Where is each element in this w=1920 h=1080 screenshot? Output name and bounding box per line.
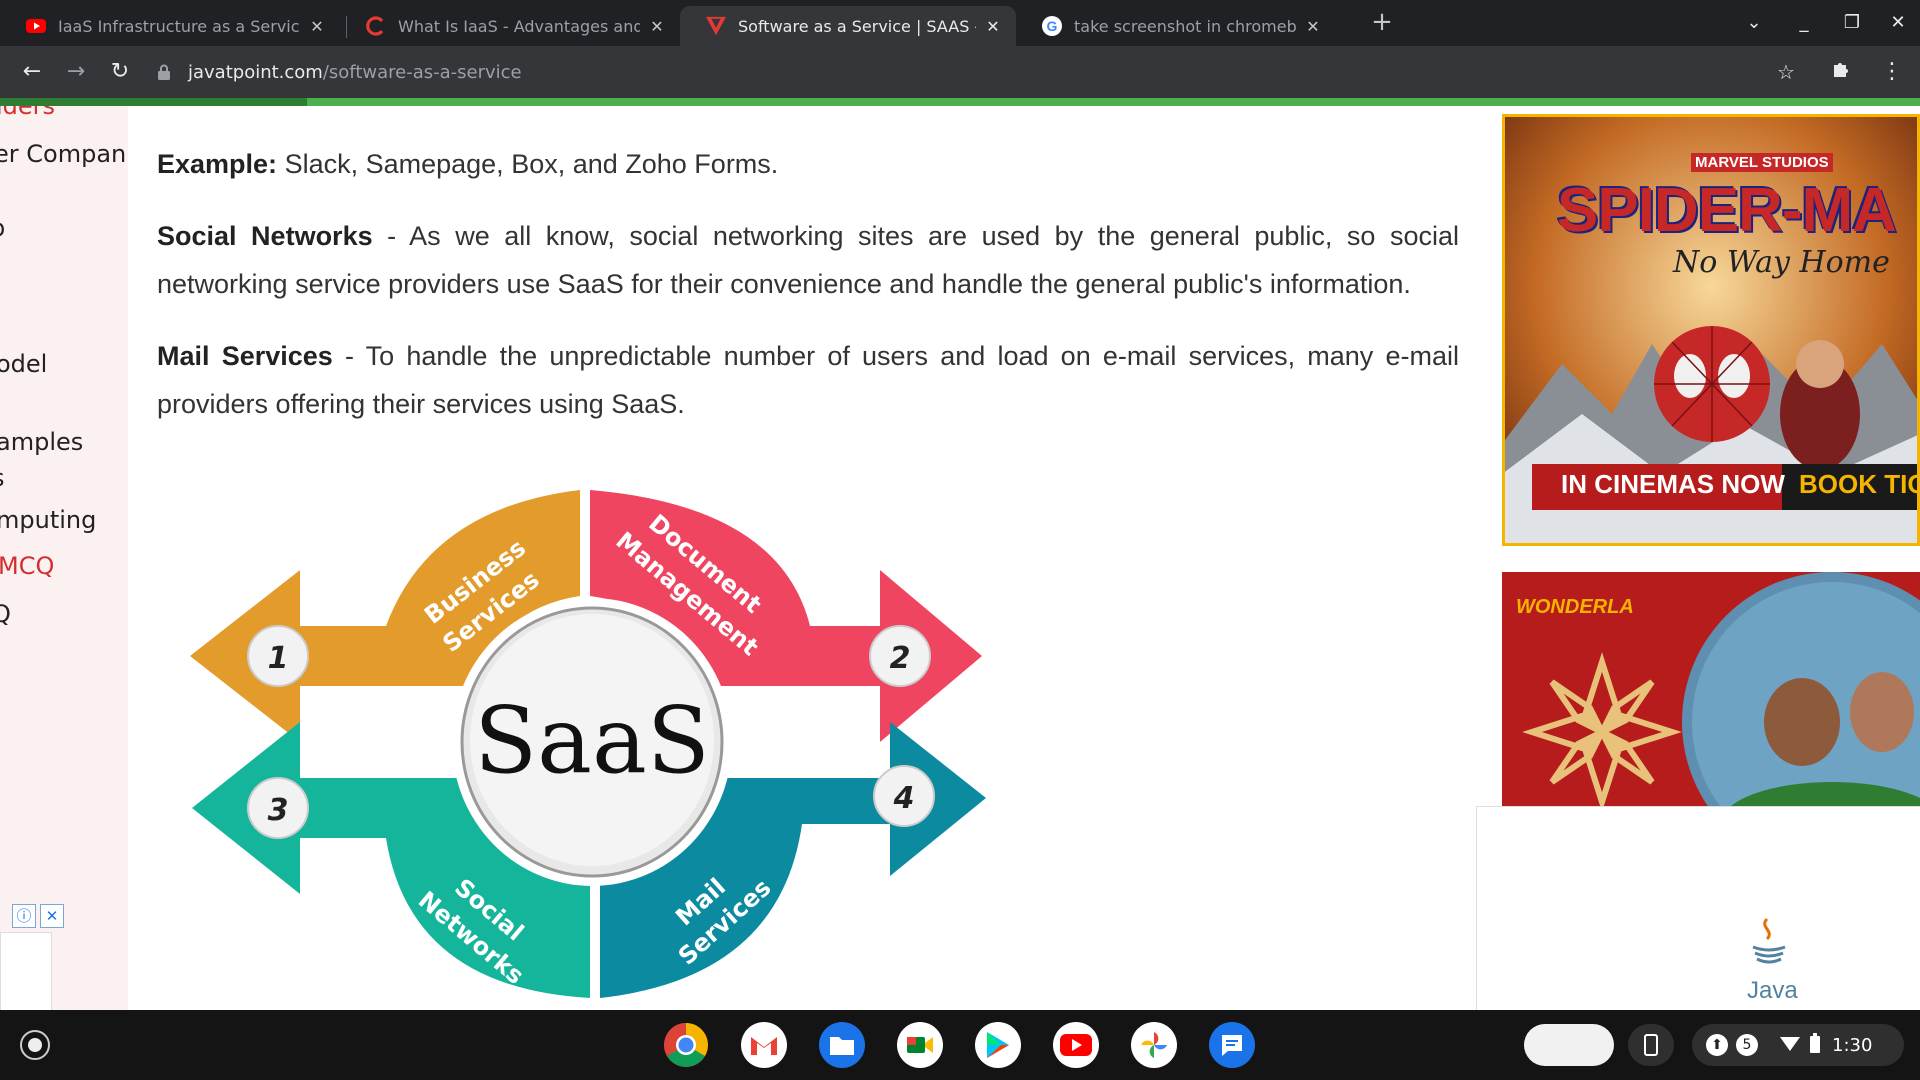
page-load-progress — [0, 98, 1920, 106]
chromeos-shelf: ⬆ 5 1:30 — [0, 1010, 1920, 1080]
wifi-icon — [1780, 1035, 1800, 1056]
saas-diagram: 1 Business Services 2 Document Managemen… — [190, 490, 986, 998]
mail-services-label: Mail Services — [157, 341, 333, 371]
sidebar-item[interactable]: iders — [0, 106, 55, 120]
social-networks-paragraph: Social Networks - As we all know, social… — [157, 212, 1459, 308]
number-label: 4 — [893, 781, 915, 816]
minimize-button[interactable]: _ — [1790, 10, 1818, 36]
c-logo-icon — [366, 16, 386, 36]
bookmark-star-icon[interactable]: ☆ — [1772, 58, 1800, 86]
web-page: iders er Companie b odel amples s mputin… — [0, 106, 1920, 1010]
number-label: 2 — [890, 641, 911, 676]
example-paragraph: Example: Slack, Samepage, Box, and Zoho … — [157, 140, 1459, 188]
mail-services-text: - To handle the unpredictable number of … — [157, 341, 1459, 419]
tab-take-screenshot[interactable]: G take screenshot in chromebook ✕ — [1016, 6, 1336, 46]
phone-hub-icon[interactable] — [1628, 1024, 1674, 1066]
sidebar-item[interactable]: odel — [0, 350, 47, 378]
java-logo-icon — [1739, 917, 1799, 964]
ad-choices[interactable]: ⓘ ✕ — [12, 904, 64, 930]
url-domain: javatpoint.com — [188, 61, 323, 83]
upload-icon: ⬆ — [1706, 1034, 1728, 1056]
close-window-button[interactable]: ✕ — [1884, 10, 1912, 36]
youtube-icon[interactable] — [1053, 1022, 1099, 1068]
spiderman-ad[interactable]: MARVEL STUDIOS SPIDER-MA No Way Home IN … — [1502, 114, 1920, 546]
tab-title: Software as a Service | SAAS - ja — [738, 16, 976, 36]
mail-services-paragraph: Mail Services - To handle the unpredicta… — [157, 332, 1459, 428]
tab-strip: IaaS Infrastructure as a Service, C ✕ Wh… — [0, 0, 1920, 46]
new-tab-button[interactable]: + — [1368, 8, 1396, 36]
meet-icon[interactable] — [897, 1022, 943, 1068]
book-tickets-button[interactable]: BOOK TICK — [1799, 469, 1917, 500]
notification-count: 5 — [1736, 1034, 1758, 1056]
close-icon[interactable]: ✕ — [40, 904, 64, 928]
menu-icon[interactable]: ⋮ — [1878, 58, 1906, 86]
gmail-icon[interactable] — [741, 1022, 787, 1068]
sidebar-item[interactable]: amples — [0, 428, 83, 456]
files-icon[interactable] — [819, 1022, 865, 1068]
left-sidebar: iders er Companie b odel amples s mputin… — [0, 106, 128, 1010]
number-label: 1 — [268, 641, 289, 676]
sidebar-item[interactable]: Q — [0, 600, 11, 628]
movie-title: SPIDER-MA — [1557, 176, 1897, 245]
example-text: Slack, Samepage, Box, and Zoho Forms. — [277, 149, 779, 179]
svg-text:G: G — [1047, 18, 1058, 34]
wonderla-logo: WONDERLA — [1516, 596, 1634, 618]
sidebar-item[interactable]: er Companie — [0, 140, 128, 168]
sidebar-ad[interactable] — [0, 932, 52, 1010]
tab-title: take screenshot in chromebook — [1074, 16, 1296, 36]
close-icon[interactable]: ✕ — [646, 15, 668, 37]
sidebar-item[interactable]: s — [0, 464, 5, 492]
close-icon[interactable]: ✕ — [306, 15, 328, 37]
launcher-button[interactable] — [20, 1030, 50, 1060]
tab-title: IaaS Infrastructure as a Service, C — [58, 16, 300, 36]
info-icon[interactable]: ⓘ — [12, 904, 36, 928]
address-bar[interactable]: javatpoint.com/software-as-a-service — [158, 50, 1798, 94]
messages-icon[interactable] — [1209, 1022, 1255, 1068]
url-path: /software-as-a-service — [322, 61, 522, 83]
screenshot-thumbnail[interactable] — [1524, 1024, 1614, 1066]
progress-fill — [0, 98, 308, 106]
close-icon[interactable]: ✕ — [982, 15, 1004, 37]
marvel-studios-logo: MARVEL STUDIOS — [1691, 153, 1833, 172]
number-label: 3 — [268, 793, 289, 828]
sidebar-item[interactable]: mputing — [0, 506, 96, 534]
youtube-icon — [26, 16, 46, 36]
tab-software-as-a-service[interactable]: Software as a Service | SAAS - ja ✕ — [680, 6, 1016, 46]
sidebar-item[interactable]: b — [0, 214, 5, 242]
tab-what-is-iaas[interactable]: What Is IaaS - Advantages and D ✕ — [340, 6, 680, 46]
reload-button[interactable]: ↻ — [106, 58, 134, 86]
battery-icon — [1810, 1032, 1820, 1058]
close-icon[interactable]: ✕ — [1302, 15, 1324, 37]
social-networks-label: Social Networks — [157, 221, 373, 251]
tab-title: What Is IaaS - Advantages and D — [398, 16, 640, 36]
extensions-icon[interactable] — [1828, 58, 1856, 86]
play-store-icon[interactable] — [975, 1022, 1021, 1068]
video-popup[interactable]: Java — [1476, 806, 1920, 1010]
google-icon: G — [1042, 16, 1062, 36]
example-label: Example: — [157, 149, 278, 179]
saas-center-circle: SaaS — [452, 598, 732, 886]
tab-search-icon[interactable]: ⌄ — [1740, 10, 1768, 36]
photos-icon[interactable] — [1131, 1022, 1177, 1068]
movie-subtitle: No Way Home — [1673, 245, 1890, 280]
saas-center-label: SaaS — [474, 687, 710, 794]
tab-iaas-youtube[interactable]: IaaS Infrastructure as a Service, C ✕ — [0, 6, 340, 46]
in-cinemas-label: IN CINEMAS NOW — [1561, 469, 1785, 499]
sidebar-item[interactable]: MCQ — [0, 552, 54, 580]
clock: 1:30 — [1832, 1034, 1873, 1056]
lock-icon — [158, 64, 172, 80]
article-content: Example: Slack, Samepage, Box, and Zoho … — [157, 140, 1459, 452]
back-button[interactable]: ← — [18, 58, 46, 86]
java-label: Java — [1747, 977, 1798, 1004]
javatpoint-icon — [706, 16, 726, 36]
restore-button[interactable]: ❐ — [1838, 10, 1866, 36]
chrome-icon[interactable] — [663, 1022, 709, 1068]
browser-toolbar: ← → ↻ javatpoint.com/software-as-a-servi… — [0, 46, 1920, 98]
status-area[interactable]: ⬆ 5 1:30 — [1692, 1024, 1904, 1066]
forward-button[interactable]: → — [62, 58, 90, 86]
